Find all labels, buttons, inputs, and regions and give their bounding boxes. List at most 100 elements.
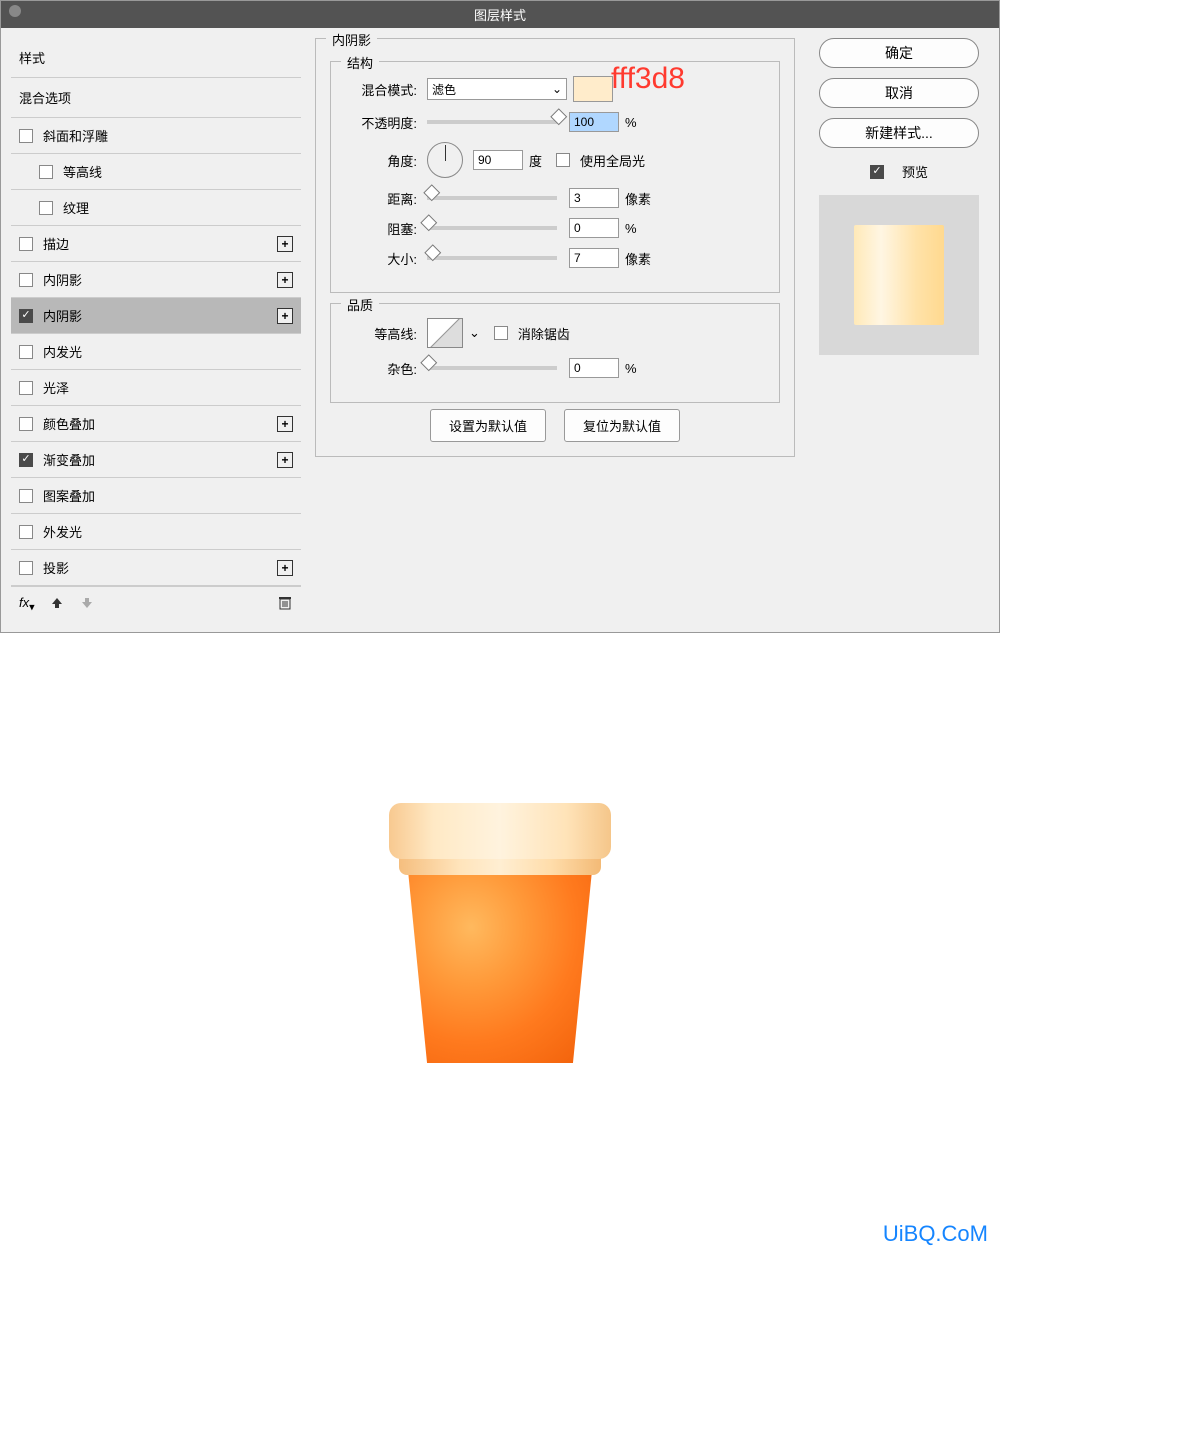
style-checkbox[interactable]	[19, 309, 33, 323]
style-item-9[interactable]: 渐变叠加 +	[11, 442, 301, 478]
distance-label: 距离:	[345, 189, 417, 208]
fx-menu-icon[interactable]: fx▾	[19, 595, 35, 614]
structure-group: 结构 混合模式: 滤色 ⌄ 不透明度: %	[330, 61, 780, 293]
distance-slider[interactable]	[427, 196, 557, 200]
styles-footer: fx▾	[11, 586, 301, 622]
style-label: 渐变叠加	[43, 450, 95, 469]
add-effect-icon[interactable]: +	[277, 452, 293, 468]
blend-mode-select[interactable]: 滤色 ⌄	[427, 78, 567, 100]
style-label: 光泽	[43, 378, 69, 397]
contour-picker[interactable]	[427, 318, 463, 348]
move-up-icon[interactable]	[49, 595, 65, 614]
style-item-4[interactable]: 内阴影+	[11, 262, 301, 298]
angle-input[interactable]	[473, 150, 523, 170]
style-checkbox[interactable]	[19, 417, 33, 431]
add-effect-icon[interactable]: +	[277, 416, 293, 432]
style-checkbox[interactable]	[19, 525, 33, 539]
style-label: 投影	[43, 558, 69, 577]
preview-checkbox[interactable]	[870, 165, 884, 179]
style-checkbox[interactable]	[19, 237, 33, 251]
add-effect-icon[interactable]: +	[277, 308, 293, 324]
noise-slider[interactable]	[427, 366, 557, 370]
ok-button[interactable]: 确定	[819, 38, 979, 68]
style-item-5[interactable]: 内阴影+	[11, 298, 301, 334]
antialias-checkbox[interactable]	[494, 326, 508, 340]
choke-input[interactable]	[569, 218, 619, 238]
result-preview-area: UiBQ.CoM	[0, 633, 1000, 1253]
style-checkbox[interactable]	[19, 381, 33, 395]
preview-swatch	[854, 225, 944, 325]
noise-input[interactable]	[569, 358, 619, 378]
size-input[interactable]	[569, 248, 619, 268]
noise-label: 杂色:	[345, 359, 417, 378]
style-checkbox[interactable]	[19, 345, 33, 359]
distance-unit: 像素	[625, 189, 651, 208]
style-item-0[interactable]: 斜面和浮雕	[11, 118, 301, 154]
global-light-checkbox[interactable]	[556, 153, 570, 167]
style-item-6[interactable]: 内发光	[11, 334, 301, 370]
style-item-7[interactable]: 光泽	[11, 370, 301, 406]
color-annotation: fff3d8	[611, 62, 685, 96]
size-label: 大小:	[345, 249, 417, 268]
style-checkbox[interactable]	[19, 273, 33, 287]
style-checkbox[interactable]	[19, 129, 33, 143]
style-item-1[interactable]: 等高线	[11, 154, 301, 190]
cup-illustration	[395, 803, 605, 1063]
opacity-unit: %	[625, 115, 637, 130]
set-default-button[interactable]: 设置为默认值	[430, 409, 546, 442]
style-item-3[interactable]: 描边 +	[11, 226, 301, 262]
blend-mode-label: 混合模式:	[345, 80, 417, 99]
style-item-8[interactable]: 颜色叠加 +	[11, 406, 301, 442]
style-item-12[interactable]: 投影 +	[11, 550, 301, 586]
style-checkbox[interactable]	[39, 165, 53, 179]
effect-settings-panel: 内阴影 结构 混合模式: 滤色 ⌄ 不透明度:	[311, 38, 799, 622]
styles-header[interactable]: 样式	[11, 38, 301, 78]
style-item-11[interactable]: 外发光	[11, 514, 301, 550]
move-down-icon[interactable]	[79, 595, 95, 614]
choke-unit: %	[625, 221, 637, 236]
preview-label: 预览	[902, 162, 928, 181]
cup-body	[404, 869, 596, 1063]
reset-default-button[interactable]: 复位为默认值	[564, 409, 680, 442]
style-item-10[interactable]: 图案叠加	[11, 478, 301, 514]
style-checkbox[interactable]	[19, 489, 33, 503]
size-slider[interactable]	[427, 256, 557, 260]
new-style-button[interactable]: 新建样式...	[819, 118, 979, 148]
style-checkbox[interactable]	[19, 453, 33, 467]
choke-slider[interactable]	[427, 226, 557, 230]
preview-thumbnail	[819, 195, 979, 355]
blending-options[interactable]: 混合选项	[11, 78, 301, 118]
opacity-slider[interactable]	[427, 120, 557, 124]
cancel-button[interactable]: 取消	[819, 78, 979, 108]
opacity-label: 不透明度:	[345, 113, 417, 132]
angle-dial[interactable]	[427, 142, 463, 178]
add-effect-icon[interactable]: +	[277, 236, 293, 252]
contour-label: 等高线:	[345, 324, 417, 343]
style-checkbox[interactable]	[19, 561, 33, 575]
quality-group: 品质 等高线: ⌄ 消除锯齿 杂色: %	[330, 303, 780, 403]
shadow-color-swatch[interactable]	[573, 76, 613, 102]
cup-lid	[389, 803, 611, 859]
style-label: 颜色叠加	[43, 414, 95, 433]
inner-shadow-group: 内阴影 结构 混合模式: 滤色 ⌄ 不透明度:	[315, 38, 795, 457]
size-unit: 像素	[625, 249, 651, 268]
close-icon[interactable]	[9, 5, 21, 17]
trash-icon[interactable]	[277, 595, 293, 614]
opacity-input[interactable]	[569, 112, 619, 132]
style-label: 外发光	[43, 522, 82, 541]
add-effect-icon[interactable]: +	[277, 560, 293, 576]
distance-input[interactable]	[569, 188, 619, 208]
blend-mode-value: 滤色	[432, 81, 456, 98]
style-label: 内发光	[43, 342, 82, 361]
angle-unit: 度	[529, 151, 542, 170]
chevron-down-icon[interactable]: ⌄	[469, 325, 480, 341]
quality-title: 品质	[341, 295, 379, 314]
style-label: 描边	[43, 234, 69, 253]
antialias-label: 消除锯齿	[518, 324, 570, 343]
style-checkbox[interactable]	[39, 201, 53, 215]
add-effect-icon[interactable]: +	[277, 272, 293, 288]
structure-title: 结构	[341, 53, 379, 72]
angle-label: 角度:	[345, 151, 417, 170]
style-item-2[interactable]: 纹理	[11, 190, 301, 226]
watermark: UiBQ.CoM	[883, 1221, 988, 1247]
